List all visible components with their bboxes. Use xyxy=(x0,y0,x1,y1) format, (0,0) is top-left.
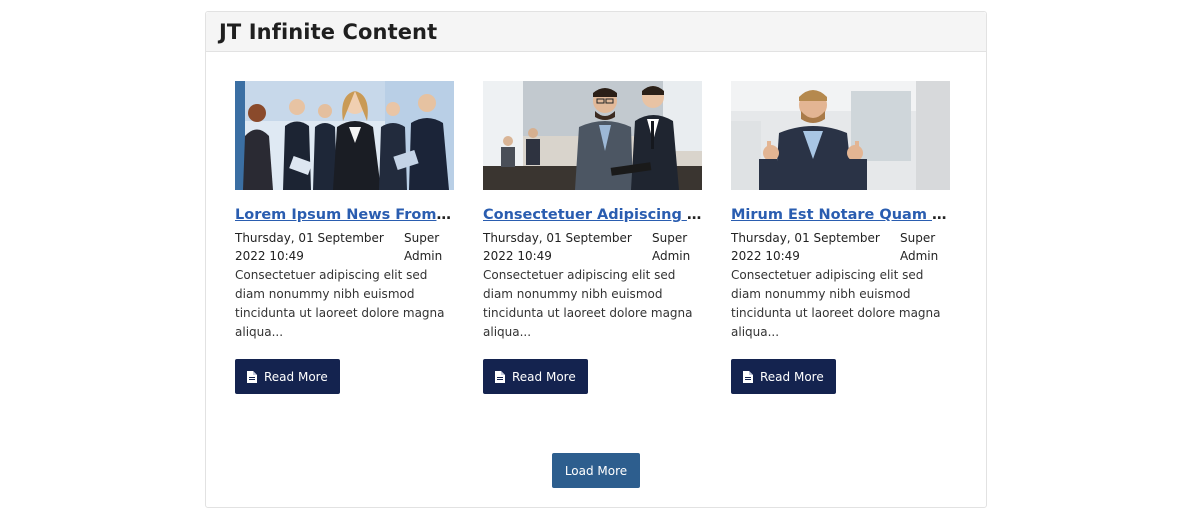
article-card: Mirum Est Notare Quam Lit... Thursday, 0… xyxy=(731,81,950,394)
article-card: Lorem Ipsum News From Us Thursday, 01 Se… xyxy=(235,81,454,394)
read-more-button[interactable]: Read More xyxy=(483,359,588,394)
article-meta: Thursday, 01 September 2022 10:49 Super … xyxy=(235,229,454,265)
article-image[interactable] xyxy=(235,81,454,190)
read-more-button[interactable]: Read More xyxy=(235,359,340,394)
article-card: Consectetuer Adipiscing E... Thursday, 0… xyxy=(483,81,702,394)
document-icon xyxy=(743,370,753,383)
module-header: JT Infinite Content xyxy=(206,12,986,52)
module-title: JT Infinite Content xyxy=(219,19,438,44)
read-more-label: Read More xyxy=(264,369,328,384)
article-title: Lorem Ipsum News From Us xyxy=(235,205,454,225)
article-intro: Consectetuer adipiscing elit sed diam no… xyxy=(483,268,693,339)
article-meta: Thursday, 01 September 2022 10:49 Super … xyxy=(731,229,950,265)
infinite-content-module: JT Infinite Content Lorem Ipsum News Fro… xyxy=(205,11,987,508)
article-author: Super Admin xyxy=(652,231,691,263)
read-more-label: Read More xyxy=(512,369,576,384)
article-title-link[interactable]: Consectetuer Adipiscing E... xyxy=(483,207,702,223)
article-intro: Consectetuer adipiscing elit sed diam no… xyxy=(731,268,941,339)
article-author: Super Admin xyxy=(900,231,939,263)
load-more-button[interactable]: Load More xyxy=(552,453,640,488)
article-title: Consectetuer Adipiscing E... xyxy=(483,205,702,225)
article-date: Thursday, 01 September 2022 10:49 xyxy=(483,231,632,263)
article-title-link[interactable]: Mirum Est Notare Quam Lit... xyxy=(731,207,950,223)
article-image[interactable] xyxy=(731,81,950,190)
article-title: Mirum Est Notare Quam Lit... xyxy=(731,205,950,225)
read-more-label: Read More xyxy=(760,369,824,384)
article-date: Thursday, 01 September 2022 10:49 xyxy=(731,231,880,263)
document-icon xyxy=(495,370,505,383)
article-author: Super Admin xyxy=(404,231,443,263)
read-more-button[interactable]: Read More xyxy=(731,359,836,394)
article-title-link[interactable]: Lorem Ipsum News From Us xyxy=(235,207,454,223)
article-intro: Consectetuer adipiscing elit sed diam no… xyxy=(235,268,445,339)
article-date: Thursday, 01 September 2022 10:49 xyxy=(235,231,384,263)
article-meta: Thursday, 01 September 2022 10:49 Super … xyxy=(483,229,702,265)
article-image[interactable] xyxy=(483,81,702,190)
document-icon xyxy=(247,370,257,383)
